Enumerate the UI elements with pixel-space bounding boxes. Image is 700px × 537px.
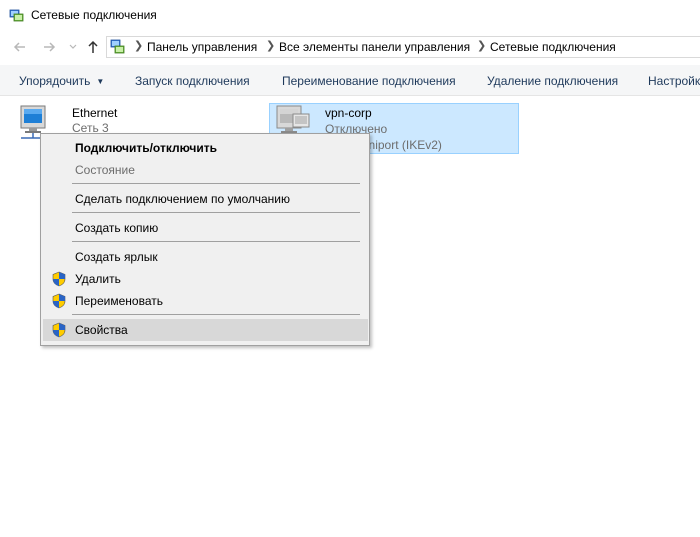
ethernet-name[interactable]: Ethernet [72,106,117,120]
menu-item-delete[interactable]: Удалить [43,268,368,290]
breadcrumb-separator-icon[interactable]: ❯ [266,39,275,52]
menu-item-status: Состояние [43,159,368,181]
breadcrumb-item[interactable]: Панель управления [147,40,257,54]
organize-label: Упорядочить [19,74,91,88]
menu-item-label: Создать копию [75,221,159,235]
window-title: Сетевые подключения [31,8,157,22]
dropdown-arrow-icon: ▼ [96,77,105,86]
vpn-name[interactable]: vpn-corp [325,106,372,120]
start-connection-button[interactable]: Запуск подключения [135,74,250,88]
menu-item-create-copy[interactable]: Создать копию [43,217,368,239]
rename-connection-button[interactable]: Переименование подключения [282,74,456,88]
settings-button[interactable]: Настройки [648,74,700,88]
menu-item-label: Сделать подключением по умолчанию [75,192,291,206]
breadcrumb-item[interactable]: Все элементы панели управления [279,40,470,54]
delete-connection-button[interactable]: Удаление подключения [487,74,618,88]
menu-separator [72,212,360,213]
menu-item-set-default[interactable]: Сделать подключением по умолчанию [43,188,368,210]
organize-button[interactable]: Упорядочить ▼ [19,74,104,88]
breadcrumb-item[interactable]: Сетевые подключения [490,40,616,54]
breadcrumb-separator-icon[interactable]: ❯ [134,39,143,52]
control-panel-icon [110,39,126,55]
menu-separator [72,314,360,315]
uac-shield-icon [51,322,67,338]
menu-item-label: Подключить/отключить [75,141,217,155]
menu-item-label: Переименовать [75,294,163,308]
menu-separator [72,183,360,184]
menu-item-label: Свойства [75,323,128,337]
arrow-right-icon[interactable] [40,38,58,56]
arrow-up-icon[interactable] [84,38,102,56]
menu-item-create-shortcut[interactable]: Создать ярлык [43,246,368,268]
menu-item-label: Состояние [75,163,135,177]
menu-item-label: Создать ярлык [75,250,158,264]
menu-item-label: Удалить [75,272,121,286]
breadcrumb-separator-icon[interactable]: ❯ [477,39,486,52]
uac-shield-icon [51,293,67,309]
menu-item-rename[interactable]: Переименовать [43,290,368,312]
network-connections-icon [9,8,25,24]
menu-item-properties[interactable]: Свойства [43,319,368,341]
menu-item-connect-disconnect[interactable]: Подключить/отключить [43,137,368,159]
uac-shield-icon [51,271,67,287]
chevron-down-icon[interactable] [64,38,82,56]
menu-separator [72,241,360,242]
arrow-left-icon[interactable] [11,38,29,56]
